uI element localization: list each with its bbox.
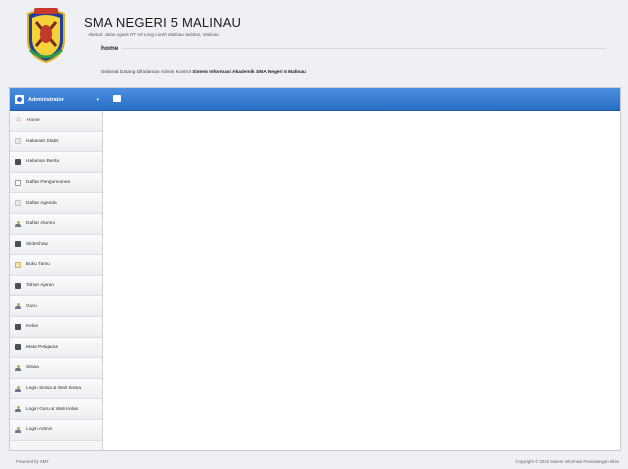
sidebar-item-buku-tamu[interactable]: Buku Tamu: [10, 255, 102, 276]
sidebar-item-login-guru[interactable]: Login Guru & Wali Kelas: [10, 399, 102, 420]
list-icon: [15, 179, 21, 186]
title-divider: [122, 48, 606, 49]
content-heading: home: [101, 45, 606, 52]
sidebar-item-login-admin[interactable]: Login Admin: [10, 419, 102, 441]
sidebar-item-daftar-pengumuman[interactable]: Daftar Pengumuman: [10, 172, 102, 194]
welcome-prefix: Selamat Datang Dihalaman Admin Kontrol: [101, 70, 191, 75]
sidebar-item-label: Buku Tamu: [26, 262, 50, 268]
calendar-icon: [15, 282, 21, 289]
admin-dropdown-button[interactable]: Administrator ▾: [10, 88, 105, 111]
home-icon: ⌂: [16, 116, 21, 124]
image-icon: [15, 241, 21, 248]
sidebar-item-label: Home: [27, 118, 40, 124]
subject-icon: [15, 344, 21, 351]
sidebar-item-label: Login Guru & Wali Kelas: [26, 406, 79, 412]
user-icon: [15, 364, 21, 371]
user-avatar-icon: [15, 95, 24, 104]
sidebar-item-label: Halaman Statis: [26, 138, 59, 144]
book-icon: [15, 261, 21, 268]
user-icon: [15, 220, 21, 227]
sidebar-item-label: Guru: [26, 303, 37, 309]
welcome-message: Selamat Datang Dihalaman Admin Kontrol S…: [101, 70, 606, 75]
sidebar-item-label: Halaman Berita: [26, 159, 60, 165]
class-icon: [15, 323, 21, 330]
school-logo: [22, 6, 70, 64]
sidebar-item-login-siswa[interactable]: Login Siswa & Wali Siswa: [10, 378, 102, 400]
sidebar-item-label: Kelas: [26, 324, 38, 330]
footer-copyright: Copyright © 2015 Sistem Informasi Pemasa…: [515, 459, 619, 464]
sidebar-item-daftar-agenda[interactable]: Daftar Agenda: [10, 193, 102, 214]
user-icon: [15, 406, 21, 413]
sidebar-item-siswa[interactable]: Siswa: [10, 358, 102, 379]
sidebar-item-label: Mata Pelajaran: [26, 344, 59, 350]
sidebar-item-daftar-alumni[interactable]: Daftar Alumni: [10, 213, 102, 235]
school-name: SMA NEGERI 5 MALINAU: [84, 15, 242, 30]
sidebar-item-label: Daftar Pengumuman: [26, 180, 71, 186]
user-icon: [15, 426, 21, 433]
sidebar-item-label: Login Siswa & Wali Siswa: [26, 386, 82, 392]
sidebar-item-tahun-ajaran[interactable]: Tahun Ajaran: [10, 275, 102, 297]
user-icon: [15, 385, 21, 392]
sidebar-item-label: Daftar Agenda: [26, 200, 57, 206]
sidebar-item-label: Login Admin: [26, 427, 53, 433]
school-address: Alamat: Jalan Agatis RT VII Long Loreh M…: [88, 32, 219, 37]
top-navbar: Administrator ▾: [10, 88, 620, 111]
sidebar-item-halaman-statis[interactable]: Halaman Statis: [10, 131, 102, 153]
admin-panel: Administrator ▾ ⌂ Home Halaman Statis Ha…: [9, 87, 621, 451]
sidebar-item-home[interactable]: ⌂ Home: [10, 111, 102, 132]
document-icon: [15, 200, 21, 207]
user-icon: [15, 303, 21, 310]
sidebar-item-guru[interactable]: Guru: [10, 296, 102, 317]
sidebar-item-mata-pelajaran[interactable]: Mata Pelajaran: [10, 337, 102, 359]
sidebar-item-label: Siswa: [26, 365, 39, 371]
footer-powered-by: Powered by SMT: [16, 459, 49, 464]
sidebar-item-label: Daftar Alumni: [26, 221, 55, 227]
page-title: home: [101, 45, 119, 52]
sidebar-item-kelas[interactable]: Kelas: [10, 316, 102, 338]
admin-label: Administrator: [28, 96, 65, 103]
sidebar: ⌂ Home Halaman Statis Halaman Berita Daf…: [10, 111, 103, 450]
main-content: home Selamat Datang Dihalaman Admin Kont…: [101, 45, 606, 75]
sidebar-item-slideshow[interactable]: Slideshow: [10, 234, 102, 256]
sidebar-item-halaman-berita[interactable]: Halaman Berita: [10, 152, 102, 173]
document-icon: [15, 138, 21, 145]
caret-down-icon: ▾: [96, 96, 99, 103]
sidebar-item-label: Slideshow: [26, 241, 48, 247]
menu-toggle-icon[interactable]: [113, 95, 121, 102]
welcome-system-name: Sistem Informasi Akademik SMA Negeri 5 M…: [192, 70, 306, 75]
newspaper-icon: [15, 158, 21, 165]
sidebar-item-label: Tahun Ajaran: [26, 283, 55, 289]
